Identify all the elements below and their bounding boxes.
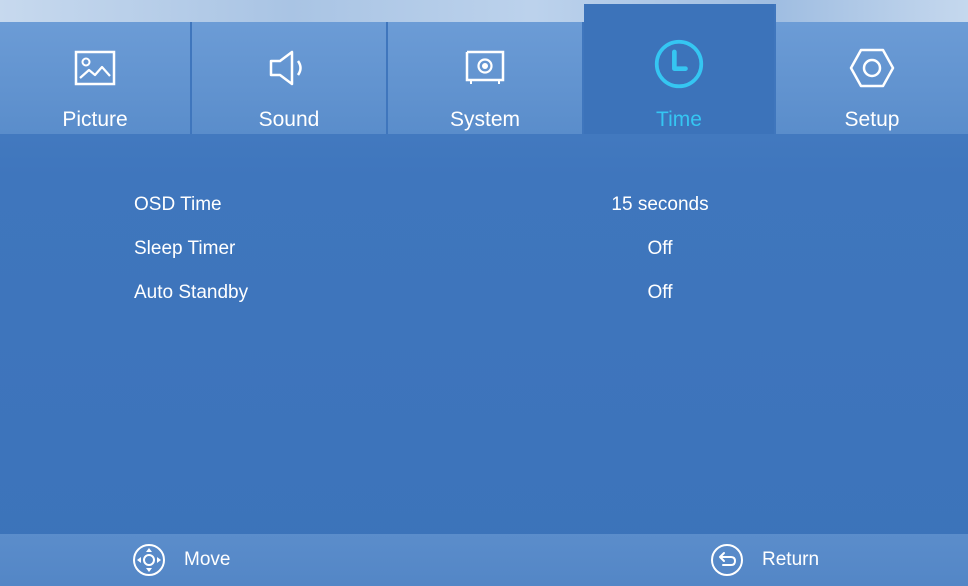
setting-row-auto-standby[interactable]: Auto Standby Off: [0, 274, 968, 314]
menu-tabbar: Picture Sound System Time Setup: [0, 4, 968, 134]
setting-label: OSD Time: [134, 194, 222, 215]
tab-label: System: [449, 108, 520, 131]
return-arrow-icon: [710, 543, 744, 577]
setting-value: 15 seconds: [611, 194, 709, 215]
tab-label: Time: [656, 108, 702, 131]
setting-label: Sleep Timer: [134, 238, 236, 259]
setting-value: Off: [647, 282, 673, 303]
setting-row-osd-time[interactable]: OSD Time 15 seconds: [0, 186, 968, 226]
setting-row-sleep-timer[interactable]: Sleep Timer Off: [0, 230, 968, 270]
picture-icon: [69, 42, 121, 94]
tab-system[interactable]: System: [388, 22, 584, 134]
dpad-icon: [132, 543, 166, 577]
setting-label: Auto Standby: [134, 282, 249, 303]
hexagon-nut-icon: [846, 42, 898, 94]
tab-sound[interactable]: Sound: [192, 22, 388, 134]
system-icon: [459, 42, 511, 94]
tab-picture[interactable]: Picture: [0, 22, 192, 134]
tab-time[interactable]: Time: [584, 4, 776, 134]
move-label: Move: [184, 549, 231, 570]
speaker-icon: [263, 42, 315, 94]
tab-label: Picture: [62, 108, 128, 131]
settings-panel: OSD Time 15 seconds Sleep Timer Off Auto…: [0, 134, 968, 534]
footer-hints: Move Return: [0, 534, 968, 586]
setting-value: Off: [647, 238, 673, 259]
top-strip: [0, 0, 968, 22]
clock-icon: [653, 38, 705, 90]
move-hint: Move: [132, 544, 230, 576]
tab-setup[interactable]: Setup: [776, 22, 968, 134]
osd-screen: Picture Sound System Time Setup OSD Time…: [0, 0, 968, 586]
return-hint: Return: [710, 544, 819, 576]
return-label: Return: [762, 549, 820, 570]
tab-label: Setup: [844, 108, 900, 131]
tab-label: Sound: [258, 108, 320, 131]
